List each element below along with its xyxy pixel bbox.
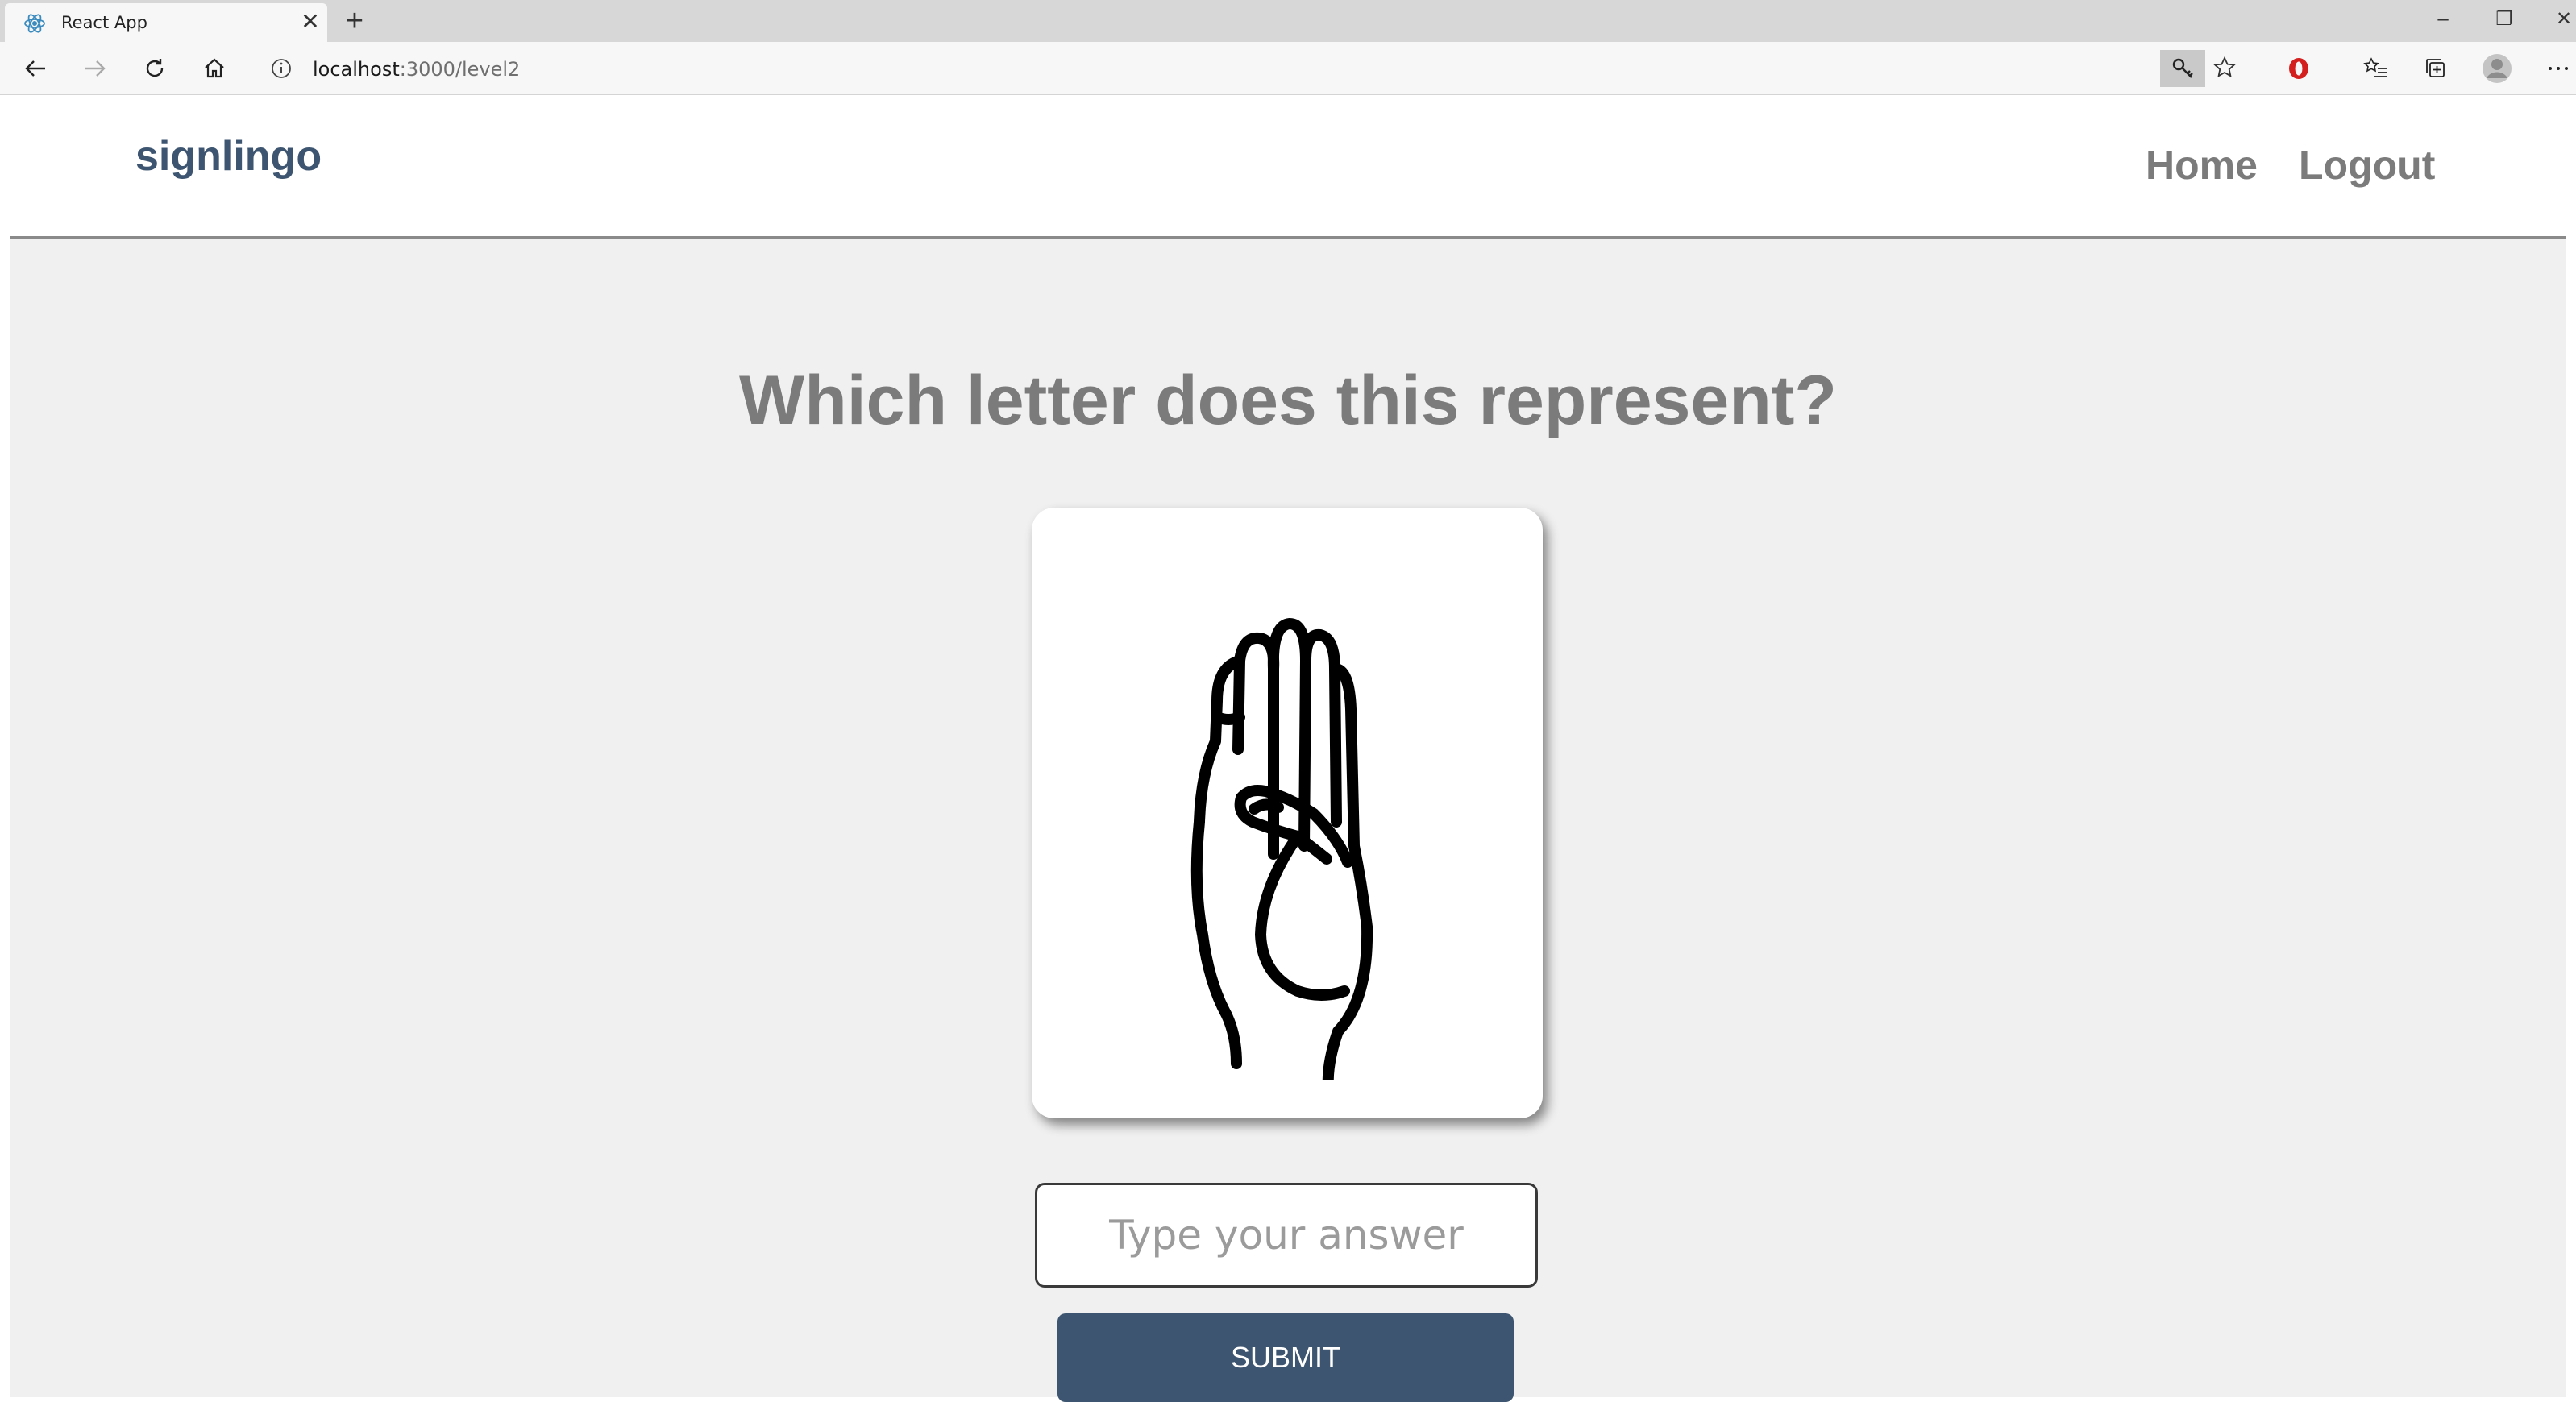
browser-tab[interactable]: React App ✕ (5, 3, 327, 42)
home-button[interactable] (195, 49, 234, 88)
info-icon[interactable] (269, 56, 293, 81)
forward-icon (85, 60, 106, 77)
close-window-button[interactable]: ✕ (2536, 0, 2576, 39)
new-tab-button[interactable]: + (339, 5, 371, 37)
key-icon (2172, 58, 2193, 78)
collections-icon (2426, 59, 2445, 77)
restore-button[interactable]: ❐ (2476, 0, 2532, 39)
refresh-icon (146, 59, 164, 77)
address-bar[interactable]: localhost:3000/level2 (253, 48, 2236, 89)
star-icon (2213, 56, 2236, 77)
opera-icon (2289, 58, 2308, 79)
back-button[interactable] (16, 49, 55, 88)
favorites-icon (2363, 57, 2387, 77)
refresh-button[interactable] (135, 49, 174, 88)
forward-button[interactable] (76, 49, 114, 88)
hand-sign-icon (1190, 618, 1373, 1080)
react-icon (24, 14, 45, 33)
favorites-button[interactable] (2357, 49, 2395, 88)
minimize-button[interactable]: – (2415, 0, 2471, 39)
sign-image-card (1032, 508, 1543, 1118)
profile-button[interactable] (2478, 49, 2516, 88)
password-key-button[interactable] (2160, 50, 2205, 87)
page: signlingo Home Logout Which letter does … (10, 95, 2566, 1402)
close-tab-icon[interactable]: ✕ (298, 10, 322, 34)
home-icon (205, 58, 224, 78)
question-title: Which letter does this represent? (739, 362, 1837, 439)
url-text: localhost:3000/level2 (313, 58, 521, 81)
opera-extension-button[interactable] (2279, 49, 2318, 88)
collections-button[interactable] (2416, 49, 2455, 88)
navbar: signlingo Home Logout (10, 95, 2566, 239)
answer-input[interactable] (1035, 1183, 1538, 1288)
brand-logo[interactable]: signlingo (135, 132, 322, 180)
more-icon (2549, 67, 2568, 70)
submit-button[interactable]: SUBMIT (1057, 1313, 1514, 1402)
nav-home-link[interactable]: Home (2146, 142, 2258, 189)
back-icon (25, 60, 45, 77)
favorite-button[interactable] (2205, 48, 2244, 87)
profile-icon (2483, 54, 2512, 83)
more-button[interactable] (2539, 49, 2576, 88)
tab-title: React App (61, 13, 147, 32)
browser-tab-strip: React App ✕ + – ❐ ✕ (0, 0, 2576, 42)
nav-logout-link[interactable]: Logout (2299, 142, 2435, 189)
browser-toolbar: localhost:3000/level2 (0, 42, 2576, 95)
